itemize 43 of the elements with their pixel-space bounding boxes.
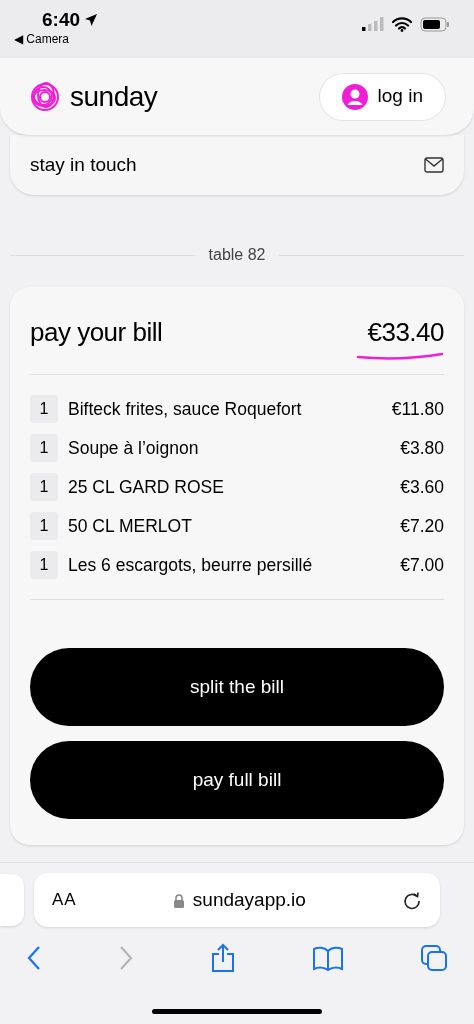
user-icon <box>341 83 368 110</box>
tabs-icon[interactable] <box>420 944 448 972</box>
signal-icon <box>362 17 384 31</box>
share-icon[interactable] <box>210 943 236 973</box>
login-button[interactable]: log in <box>318 72 446 121</box>
item-price: €3.60 <box>400 475 444 499</box>
book-icon[interactable] <box>312 945 344 971</box>
quantity-badge: 1 <box>30 512 58 540</box>
item-name: 50 CL MERLOT <box>68 514 193 538</box>
table-number: table 82 <box>208 245 266 265</box>
bill-total: €33.40 <box>367 316 444 349</box>
item-price: €7.20 <box>400 514 444 538</box>
quantity-badge: 1 <box>30 395 58 423</box>
brand-name: sunday <box>70 79 158 114</box>
url-text: sundayapp.io <box>192 887 306 912</box>
quantity-badge: 1 <box>30 434 58 462</box>
location-arrow-icon <box>84 13 99 27</box>
text-size-button[interactable]: AA <box>52 887 77 913</box>
quantity-badge: 1 <box>30 473 58 501</box>
underline-swash-icon <box>356 352 444 360</box>
item-name: Les 6 escargots, beurre persillé <box>68 553 314 577</box>
item-name: Bifteck frites, sauce Roquefort <box>68 397 303 421</box>
battery-icon <box>420 16 450 32</box>
stay-in-touch-label: stay in touch <box>30 152 137 177</box>
item-price: €3.80 <box>400 436 444 460</box>
envelope-icon <box>424 157 444 173</box>
address-bar[interactable]: AA sundayapp.io <box>34 873 440 927</box>
back-to-app-link[interactable]: ◀ Camera <box>14 32 99 46</box>
item-price: €11.80 <box>391 397 444 421</box>
item-name: 25 CL GARD ROSE <box>68 475 225 499</box>
quantity-badge: 1 <box>30 551 58 579</box>
scribble-logo-icon <box>28 79 62 114</box>
wifi-icon <box>392 16 412 32</box>
status-time: 6:40 <box>42 8 81 32</box>
stay-in-touch-card[interactable]: stay in touch <box>10 135 464 195</box>
lock-icon <box>172 892 185 908</box>
bill-action-button[interactable]: split the bill <box>30 648 444 726</box>
bill-action-button[interactable]: pay full bill <box>30 741 444 819</box>
bill-title: pay your bill <box>30 316 163 349</box>
reload-icon[interactable] <box>402 890 422 910</box>
back-icon[interactable] <box>26 945 42 971</box>
item-name: Soupe à l’oignon <box>68 436 200 460</box>
item-price: €7.00 <box>400 553 444 577</box>
